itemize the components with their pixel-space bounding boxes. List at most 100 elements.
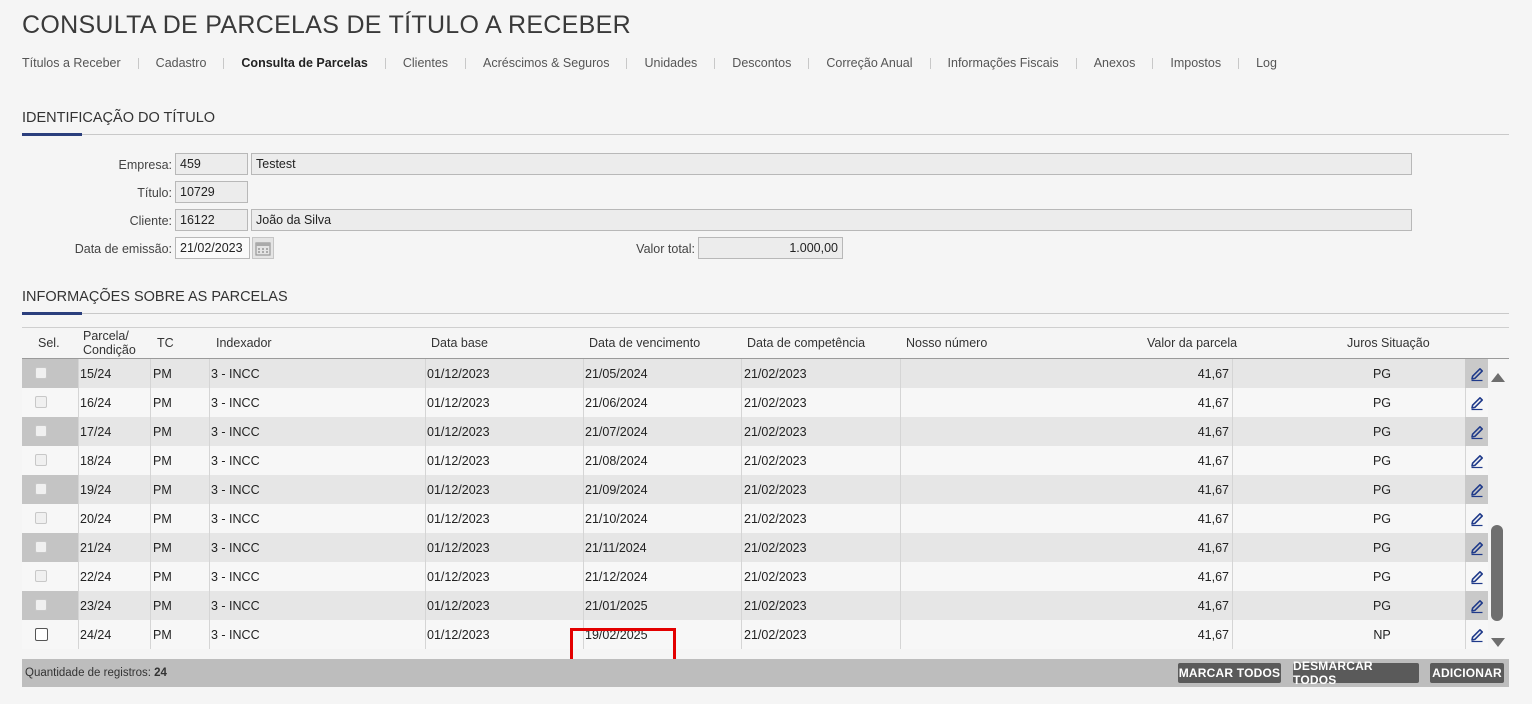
titulo-field[interactable]: 10729 <box>175 181 248 203</box>
table-row[interactable]: 22/24 PM 3 - INCC 01/12/2023 21/12/2024 21/02… <box>22 562 1488 591</box>
calendar-icon[interactable] <box>252 237 274 259</box>
nav-separator <box>1238 57 1240 69</box>
adicionar-button[interactable]: ADICIONAR <box>1430 663 1504 683</box>
cliente-code-field[interactable]: 16122 <box>175 209 248 231</box>
col-header-nosso-numero[interactable]: Nosso número <box>906 336 987 350</box>
valor-total-field[interactable]: 1.000,00 <box>698 237 843 259</box>
pencil-edit-icon[interactable] <box>1465 446 1488 475</box>
column-divider <box>741 504 742 533</box>
select-cell <box>22 417 78 446</box>
row-checkbox[interactable] <box>35 512 47 524</box>
pencil-edit-icon[interactable] <box>1465 359 1488 388</box>
cell-data-vencimento: 21/05/2024 <box>585 367 648 381</box>
cell-parcela: 24/24 <box>80 628 112 642</box>
cell-situacao: PG <box>1372 483 1392 497</box>
table-row[interactable]: 24/24 PM 3 - INCC 01/12/2023 19/02/2025 21/02… <box>22 620 1488 649</box>
tab-log[interactable]: Log <box>1256 56 1277 70</box>
row-checkbox[interactable] <box>35 396 47 408</box>
cell-tc: PM <box>153 628 172 642</box>
column-divider <box>900 359 901 388</box>
pencil-edit-icon[interactable] <box>1465 504 1488 533</box>
tab-consulta-de-parcelas[interactable]: Consulta de Parcelas <box>241 56 367 70</box>
cell-situacao: PG <box>1372 396 1392 410</box>
row-checkbox[interactable] <box>35 599 47 611</box>
data-emissao-field[interactable]: 21/02/2023 <box>175 237 250 259</box>
table-row[interactable]: 18/24 PM 3 - INCC 01/12/2023 21/08/2024 21/02… <box>22 446 1488 475</box>
pencil-edit-icon[interactable] <box>1465 591 1488 620</box>
tab-anexos[interactable]: Anexos <box>1094 56 1136 70</box>
table-row[interactable]: 15/24 PM 3 - INCC 01/12/2023 21/05/2024 21/02… <box>22 359 1488 388</box>
table-row[interactable]: 23/24 PM 3 - INCC 01/12/2023 21/01/2025 21/02… <box>22 591 1488 620</box>
cell-parcela: 23/24 <box>80 599 112 613</box>
tab-acrescimos-seguros[interactable]: Acréscimos & Seguros <box>483 56 609 70</box>
row-checkbox[interactable] <box>35 483 47 495</box>
column-divider <box>78 562 79 591</box>
column-divider <box>425 417 426 446</box>
marcar-todos-button[interactable]: MARCAR TODOS <box>1178 663 1281 683</box>
row-checkbox[interactable] <box>35 454 47 466</box>
cell-data-vencimento: 21/11/2024 <box>585 541 647 555</box>
cell-parcela: 19/24 <box>80 483 112 497</box>
column-divider <box>583 475 584 504</box>
nav-separator <box>137 57 139 69</box>
col-header-data-base[interactable]: Data base <box>431 336 488 350</box>
table-row[interactable]: 16/24 PM 3 - INCC 01/12/2023 21/06/2024 21/02… <box>22 388 1488 417</box>
pencil-edit-icon[interactable] <box>1465 417 1488 446</box>
tab-descontos[interactable]: Descontos <box>732 56 791 70</box>
tab-cadastro[interactable]: Cadastro <box>156 56 207 70</box>
pencil-edit-icon[interactable] <box>1465 620 1488 649</box>
column-divider <box>1232 475 1233 504</box>
column-divider <box>1232 417 1233 446</box>
pencil-edit-icon[interactable] <box>1465 475 1488 504</box>
col-header-tc[interactable]: TC <box>157 336 174 350</box>
tab-titulos-a-receber[interactable]: Títulos a Receber <box>22 56 121 70</box>
col-header-data-competencia[interactable]: Data de competência <box>747 336 865 350</box>
column-divider <box>425 359 426 388</box>
col-header-juros-situacao[interactable]: Juros Situação <box>1347 336 1430 350</box>
tab-unidades[interactable]: Unidades <box>644 56 697 70</box>
tab-informacoes-fiscais[interactable]: Informações Fiscais <box>948 56 1059 70</box>
empresa-name-field[interactable]: Testest <box>251 153 1412 175</box>
grid-scrollbar[interactable] <box>1488 359 1509 659</box>
cell-valor-parcela: 41,67 <box>1197 599 1229 613</box>
column-divider <box>1232 359 1233 388</box>
nav-separator <box>465 57 467 69</box>
row-checkbox[interactable] <box>35 367 47 379</box>
col-header-indexador[interactable]: Indexador <box>216 336 272 350</box>
pencil-edit-icon[interactable] <box>1465 388 1488 417</box>
scroll-up-icon[interactable] <box>1491 373 1505 382</box>
tab-impostos[interactable]: Impostos <box>1170 56 1221 70</box>
grid-footer: Quantidade de registros: 24 MARCAR TODOS… <box>22 659 1509 687</box>
row-checkbox[interactable] <box>35 628 48 641</box>
table-row[interactable]: 17/24 PM 3 - INCC 01/12/2023 21/07/2024 21/02… <box>22 417 1488 446</box>
row-checkbox[interactable] <box>35 541 47 553</box>
tab-clientes[interactable]: Clientes <box>403 56 448 70</box>
scroll-thumb[interactable] <box>1491 525 1503 621</box>
column-divider <box>150 533 151 562</box>
column-divider <box>1232 591 1233 620</box>
column-divider <box>583 446 584 475</box>
column-divider <box>741 446 742 475</box>
column-divider <box>209 504 210 533</box>
col-header-valor-parcela[interactable]: Valor da parcela <box>1147 336 1237 350</box>
desmarcar-todos-button[interactable]: DESMARCAR TODOS <box>1293 659 1419 687</box>
table-row[interactable]: 21/24 PM 3 - INCC 01/12/2023 21/11/2024 21/02… <box>22 533 1488 562</box>
col-header-data-vencimento[interactable]: Data de vencimento <box>589 336 700 350</box>
table-row[interactable]: 19/24 PM 3 - INCC 01/12/2023 21/09/2024 21/02… <box>22 475 1488 504</box>
cell-data-competencia: 21/02/2023 <box>744 570 807 584</box>
pencil-edit-icon[interactable] <box>1465 562 1488 591</box>
scroll-down-icon[interactable] <box>1491 638 1505 647</box>
row-checkbox[interactable] <box>35 425 47 437</box>
select-cell <box>22 388 78 417</box>
col-header-sel[interactable]: Sel. <box>38 336 60 350</box>
column-divider <box>741 388 742 417</box>
row-checkbox[interactable] <box>35 570 47 582</box>
table-row[interactable]: 20/24 PM 3 - INCC 01/12/2023 21/10/2024 21/02… <box>22 504 1488 533</box>
col-header-parcela[interactable]: Parcela/ Condição <box>83 329 136 357</box>
page-title: CONSULTA DE PARCELAS DE TÍTULO A RECEBER <box>22 11 631 39</box>
empresa-code-field[interactable]: 459 <box>175 153 248 175</box>
cliente-name-field[interactable]: João da Silva <box>251 209 1412 231</box>
tab-correcao-anual[interactable]: Correção Anual <box>826 56 912 70</box>
cell-data-vencimento: 21/07/2024 <box>585 425 648 439</box>
pencil-edit-icon[interactable] <box>1465 533 1488 562</box>
